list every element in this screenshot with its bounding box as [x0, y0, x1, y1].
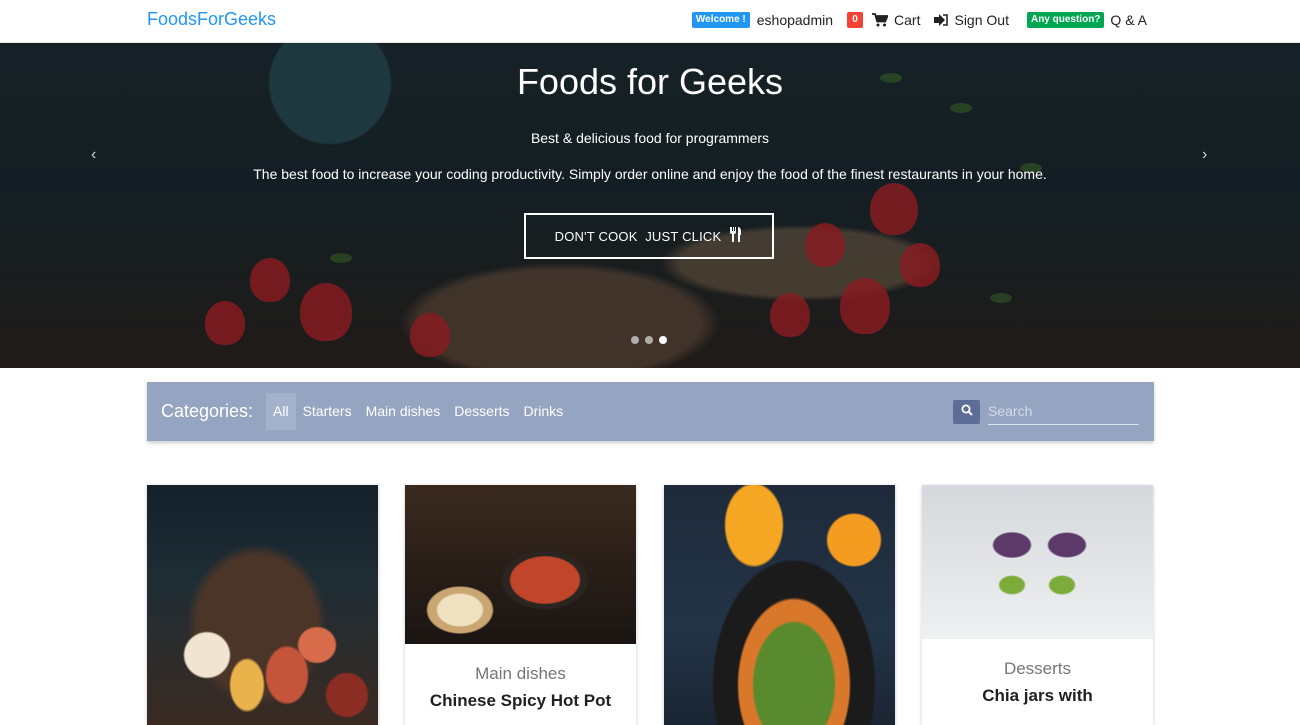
- navbar-right: Welcome ! eshopadmin 0 Cart Sign Out Any…: [691, 0, 1147, 40]
- welcome-badge: Welcome !: [691, 12, 750, 28]
- category-tab-drinks[interactable]: Drinks: [517, 393, 571, 430]
- qa-label: Q & A: [1110, 12, 1147, 28]
- carousel-prev-arrow[interactable]: ‹: [91, 146, 96, 164]
- hero-description: The best food to increase your coding pr…: [253, 166, 1047, 182]
- card-category: Main dishes: [475, 664, 566, 683]
- product-card[interactable]: Desserts Chia jars with: [922, 485, 1153, 725]
- cart-label: Cart: [894, 12, 921, 28]
- carousel-dot[interactable]: [631, 336, 639, 344]
- card-category: Desserts: [1003, 659, 1072, 678]
- category-tab-desserts[interactable]: Desserts: [447, 393, 516, 430]
- search-input[interactable]: [988, 398, 1139, 425]
- hero-title: Foods for Geeks: [516, 61, 784, 102]
- cart-icon: [872, 13, 889, 27]
- categories-label: Categories:: [161, 401, 254, 421]
- hero-carousel: Foods for Geeks Best & delicious food fo…: [0, 43, 1300, 368]
- card-image-hot-pot: [405, 485, 636, 644]
- cutlery-icon: [729, 227, 743, 245]
- category-tab-main-dishes[interactable]: Main dishes: [359, 393, 448, 430]
- category-tab-all[interactable]: All: [266, 393, 296, 430]
- search-button[interactable]: [953, 400, 980, 424]
- brand-link[interactable]: FoodsForGeeks: [147, 9, 276, 30]
- card-title: Chinese Spicy Hot Pot: [429, 691, 612, 710]
- carousel-dot[interactable]: [659, 336, 667, 344]
- category-bar: Categories: All Starters Main dishes Des…: [147, 382, 1154, 441]
- search-icon: [961, 403, 973, 421]
- product-card[interactable]: [664, 485, 895, 725]
- card-image-chia-jars: [922, 485, 1153, 639]
- username: eshopadmin: [756, 12, 834, 28]
- cart-link[interactable]: 0 Cart: [847, 12, 920, 28]
- welcome-user[interactable]: Welcome ! eshopadmin: [691, 12, 834, 28]
- category-tab-starters[interactable]: Starters: [296, 393, 359, 430]
- carousel-indicators: [631, 336, 667, 344]
- card-title: Chia jars with: [982, 686, 1093, 705]
- category-tabs: All Starters Main dishes Desserts Drinks: [266, 393, 570, 430]
- qa-link[interactable]: Any question? Q & A: [1026, 12, 1147, 28]
- top-navbar: FoodsForGeeks Welcome ! eshopadmin 0 Car…: [0, 0, 1300, 43]
- carousel-next-arrow[interactable]: ›: [1202, 146, 1207, 164]
- product-card[interactable]: [147, 485, 378, 725]
- product-card[interactable]: Main dishes Chinese Spicy Hot Pot: [405, 485, 636, 725]
- cta-label: DON'T COOK JUST CLICK: [554, 228, 722, 244]
- cta-button[interactable]: DON'T COOK JUST CLICK: [524, 213, 774, 259]
- cart-count-badge: 0: [847, 12, 864, 28]
- card-image-sushi: [147, 485, 378, 725]
- carousel-dot[interactable]: [645, 336, 653, 344]
- signout-link[interactable]: Sign Out: [934, 12, 1009, 28]
- card-image-salad: [664, 485, 895, 725]
- hero-subtitle: Best & delicious food for programmers: [530, 130, 770, 146]
- signout-icon: [934, 14, 949, 26]
- question-badge: Any question?: [1026, 12, 1105, 28]
- signout-label: Sign Out: [954, 12, 1009, 28]
